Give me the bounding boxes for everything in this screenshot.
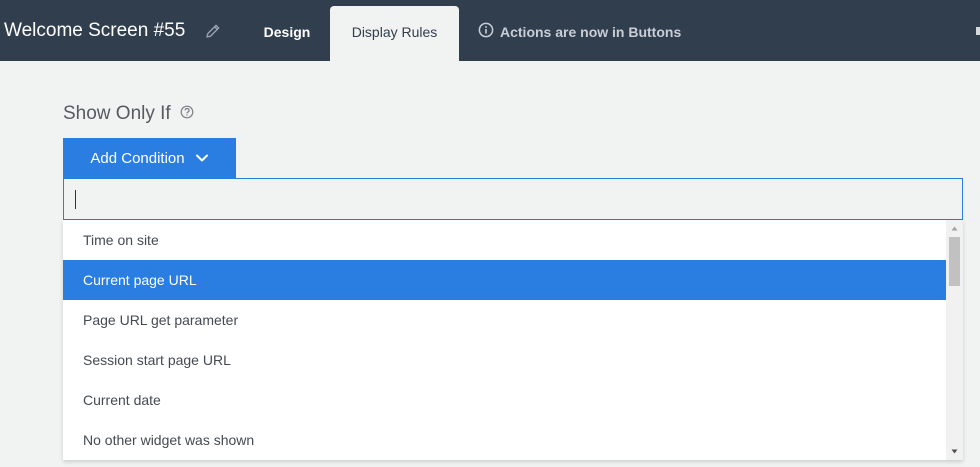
scroll-up-arrow-icon[interactable]: [946, 220, 963, 237]
option-time-on-site[interactable]: Time on site: [63, 220, 946, 260]
tab-display-rules[interactable]: Display Rules: [330, 6, 459, 61]
top-bar: Welcome Screen #55 Design Display Rules …: [0, 0, 980, 61]
option-session-start-page-url[interactable]: Session start page URL: [63, 340, 946, 380]
notice-text: Actions are now in Buttons: [500, 23, 682, 40]
option-current-page-url[interactable]: Current page URL: [63, 260, 946, 300]
pencil-icon[interactable]: [204, 22, 222, 40]
condition-search: [63, 178, 963, 220]
text-caret: [75, 190, 76, 209]
dropdown-scrollbar[interactable]: [946, 220, 963, 460]
condition-search-input[interactable]: [64, 179, 962, 219]
section-title: Show Only If: [63, 103, 194, 125]
scrollbar-thumb[interactable]: [949, 237, 960, 286]
option-current-date[interactable]: Current date: [63, 380, 946, 420]
add-condition-button[interactable]: Add Condition: [63, 138, 236, 179]
info-icon: [478, 22, 500, 41]
buttons-notice[interactable]: Actions are now in Buttons: [478, 22, 681, 41]
tab-design[interactable]: Design: [247, 7, 327, 59]
section-title-text: Show Only If: [63, 103, 171, 124]
chevron-down-icon: [195, 150, 209, 167]
page-title: Welcome Screen #55: [4, 20, 186, 41]
edge-divider: [976, 27, 980, 35]
option-page-url-get-parameter[interactable]: Page URL get parameter: [63, 300, 946, 340]
add-condition-label: Add Condition: [90, 150, 185, 167]
help-icon[interactable]: [171, 103, 194, 125]
condition-dropdown: Time on site Current page URL Page URL g…: [63, 220, 963, 460]
option-no-other-widget-shown[interactable]: No other widget was shown: [63, 420, 946, 460]
scroll-down-arrow-icon[interactable]: [946, 443, 963, 460]
